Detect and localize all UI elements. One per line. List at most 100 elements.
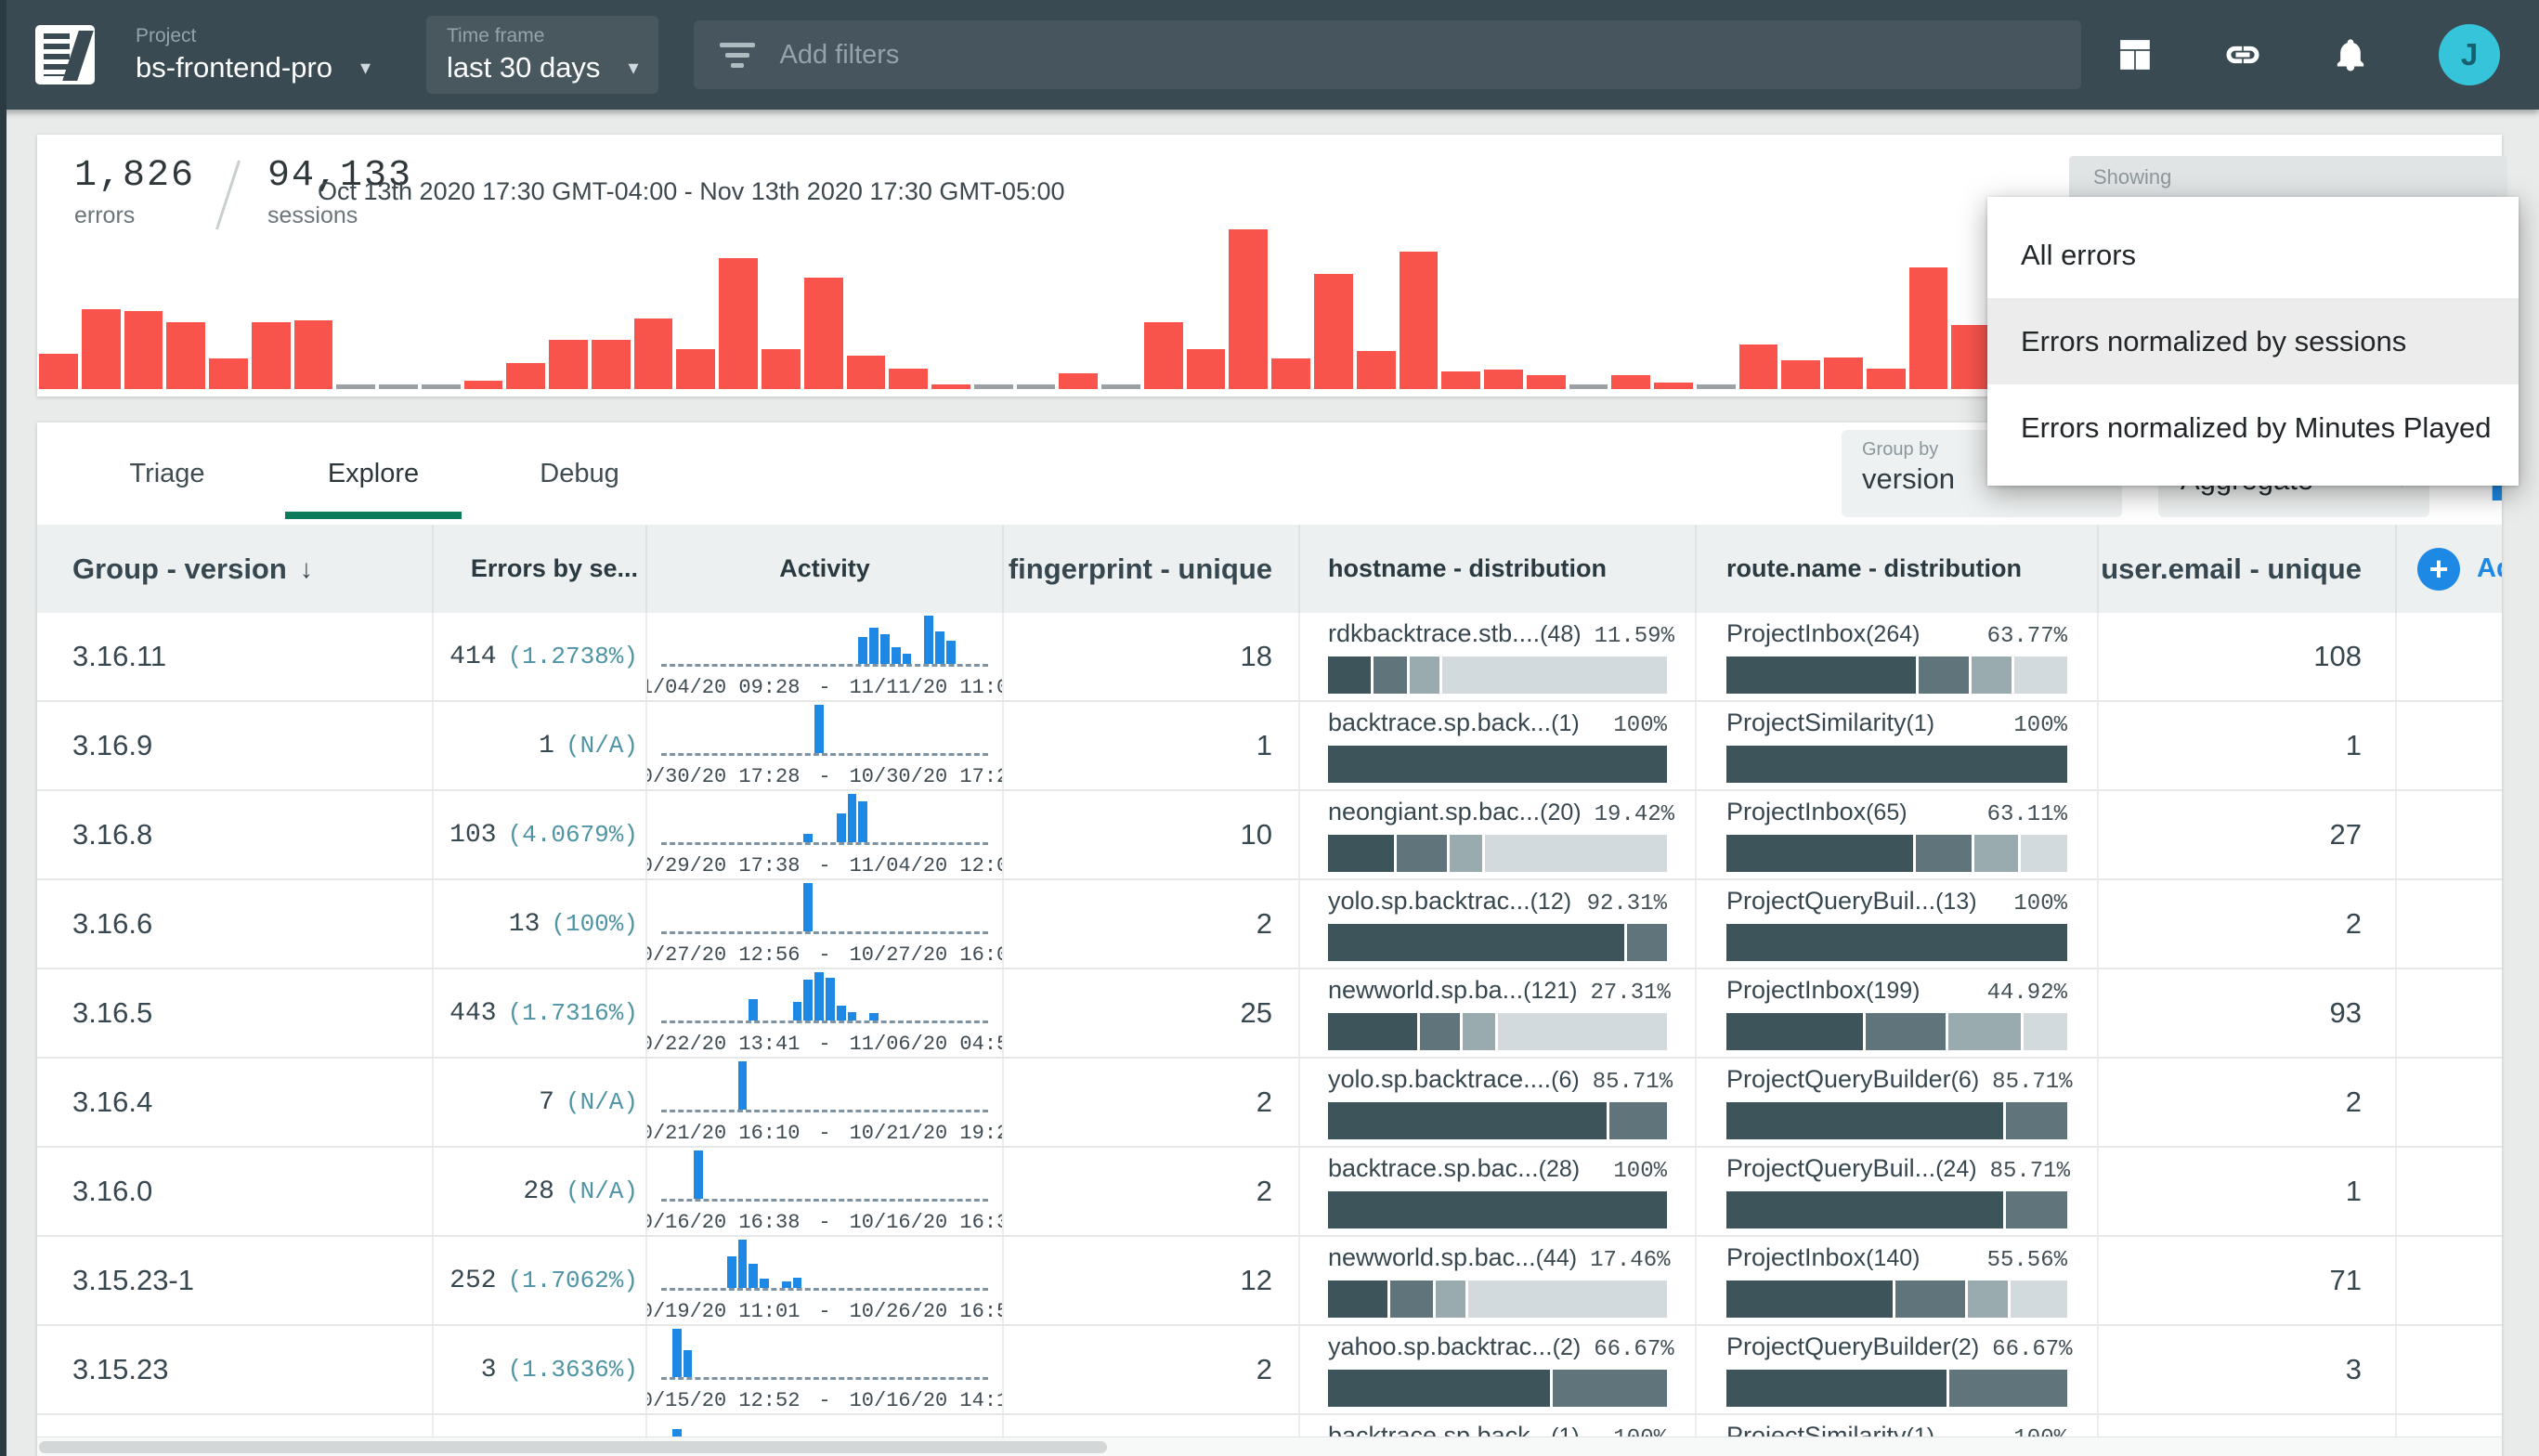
sparkline-bar bbox=[858, 637, 867, 664]
timeframe-selector[interactable]: Time frame last 30 days ▾ bbox=[426, 16, 658, 94]
histogram-bar bbox=[1314, 274, 1353, 389]
histogram-bar bbox=[847, 356, 886, 389]
user-email-unique-value: 108 bbox=[2313, 640, 2362, 673]
histogram-bar bbox=[889, 369, 928, 389]
table-row[interactable]: 3.16.0 28 (N/A) 10/16/20 16:38-10/16/20 … bbox=[37, 1148, 2502, 1237]
histogram-bar bbox=[1484, 370, 1523, 389]
table-row[interactable]: 3.16.4 7 (N/A) 10/21/20 16:10-10/21/20 1… bbox=[37, 1059, 2502, 1148]
histogram-bar bbox=[209, 358, 248, 389]
distribution-segment bbox=[1420, 1013, 1460, 1050]
histogram-bar bbox=[1781, 360, 1820, 389]
avatar-initial: J bbox=[2461, 37, 2478, 72]
column-header-activity[interactable]: Activity bbox=[647, 525, 1004, 613]
errors-percent-value: (4.0679%) bbox=[508, 821, 638, 849]
menu-item-errors-normalized-by-sessions[interactable]: Errors normalized by sessions bbox=[1987, 298, 2519, 384]
table-row[interactable]: 3.15.23 3 (1.3636%) 10/15/20 12:52-10/16… bbox=[37, 1326, 2502, 1415]
activity-date-range: 10/15/20 12:52-10/16/20 14:18 bbox=[661, 1389, 988, 1412]
column-header-label: Activity bbox=[779, 554, 870, 583]
errors-count-value: 252 bbox=[449, 1267, 496, 1295]
activity-date-range: 10/30/20 17:28-10/30/20 17:28 bbox=[661, 765, 988, 788]
activity-sparkline bbox=[661, 615, 988, 667]
link-icon[interactable] bbox=[2223, 35, 2262, 74]
errors-count-value: 3 bbox=[481, 1356, 497, 1384]
column-header-label: user.email - unique bbox=[2101, 552, 2362, 586]
chevron-down-icon: ▾ bbox=[628, 56, 638, 80]
sparkline-bar bbox=[924, 616, 933, 664]
histogram-bar bbox=[549, 340, 588, 389]
table-header-row: Group - version↓Errors by se... Activity f… bbox=[37, 525, 2502, 613]
table-body: 3.16.11 414 (1.2738%) 11/04/20 09:28-11/… bbox=[37, 613, 2502, 1456]
distribution-segment bbox=[1328, 1370, 1550, 1407]
sparkline-bar bbox=[760, 1279, 769, 1288]
histogram-bar bbox=[1824, 358, 1863, 389]
fingerprint-unique-value: 18 bbox=[1241, 640, 1272, 673]
errors-percent-value: (1.7062%) bbox=[508, 1267, 638, 1294]
dashboard-icon[interactable] bbox=[2116, 35, 2155, 74]
project-selector[interactable]: Project bs-frontend-pro ▾ bbox=[136, 25, 371, 84]
histogram-bar bbox=[1441, 371, 1480, 389]
histogram-bar bbox=[1059, 373, 1098, 389]
column-header-add[interactable]: +Add bbox=[2397, 525, 2502, 613]
column-header-version[interactable]: Group - version↓ bbox=[37, 525, 434, 613]
column-header-label: route.name - distribution bbox=[1726, 554, 2022, 583]
date-range-text: Oct 13th 2020 17:30 GMT-04:00 - Nov 13th… bbox=[318, 177, 1065, 206]
menu-item-all-errors[interactable]: All errors bbox=[1987, 212, 2519, 298]
version-value: 3.15.23-1 bbox=[72, 1264, 194, 1297]
scrollbar-thumb[interactable] bbox=[39, 1441, 1107, 1453]
column-header-errors[interactable]: Errors by se... bbox=[434, 525, 647, 613]
errors-count-value: 443 bbox=[449, 999, 496, 1028]
histogram-bar bbox=[422, 384, 461, 389]
activity-sparkline bbox=[661, 882, 988, 934]
column-header-fp[interactable]: fingerprint - unique bbox=[1004, 525, 1300, 613]
horizontal-scrollbar[interactable] bbox=[37, 1436, 2502, 1456]
chevron-down-icon: ▾ bbox=[360, 56, 371, 80]
project-label: Project bbox=[136, 25, 371, 47]
errors-percent-value: (1.2738%) bbox=[508, 643, 638, 670]
histogram-bar bbox=[1271, 358, 1310, 389]
tab-debug[interactable]: Debug bbox=[496, 422, 663, 525]
distribution-segment bbox=[1726, 746, 2067, 783]
route-name-distribution: ProjectQueryBuil...(24) 85.71% bbox=[1726, 1154, 2067, 1228]
column-header-host[interactable]: hostname - distribution bbox=[1300, 525, 1697, 613]
bell-icon[interactable] bbox=[2331, 35, 2370, 74]
version-value: 3.16.9 bbox=[72, 729, 152, 762]
table-row[interactable]: 3.16.6 13 (100%) 10/27/20 12:56-10/27/20… bbox=[37, 880, 2502, 969]
errors-percent-value: (N/A) bbox=[566, 1177, 638, 1205]
table-row[interactable]: 3.16.5 443 (1.7316%) 10/22/20 13:41-11/0… bbox=[37, 969, 2502, 1059]
activity-sparkline bbox=[661, 704, 988, 756]
histogram-bar bbox=[1739, 344, 1778, 389]
fingerprint-unique-value: 10 bbox=[1241, 818, 1272, 852]
column-header-route[interactable]: route.name - distribution bbox=[1697, 525, 2099, 613]
distribution-segment bbox=[1726, 656, 1916, 694]
sparkline-bar bbox=[814, 972, 824, 1020]
distribution-segment bbox=[1328, 746, 1667, 783]
sparkline-bar bbox=[848, 1012, 857, 1020]
distribution-segment bbox=[2006, 1102, 2067, 1139]
hostname-distribution: neongiant.sp.bac...(20) 19.42% bbox=[1328, 798, 1667, 872]
group-by-value: version bbox=[1862, 462, 1955, 496]
column-header-email[interactable]: user.email - unique bbox=[2099, 525, 2397, 613]
table-row[interactable]: 3.16.9 1 (N/A) 10/30/20 17:28-10/30/20 1… bbox=[37, 702, 2502, 791]
histogram-bar bbox=[124, 311, 163, 389]
tab-explore[interactable]: Explore bbox=[290, 422, 457, 525]
distribution-segment bbox=[1397, 835, 1446, 872]
user-email-unique-value: 1 bbox=[2346, 729, 2362, 762]
table-row[interactable]: 3.15.23-1 252 (1.7062%) 10/19/20 11:01-1… bbox=[37, 1237, 2502, 1326]
activity-date-range: 10/27/20 12:56-10/27/20 16:04 bbox=[661, 943, 988, 967]
menu-item-errors-normalized-by-minutes-played[interactable]: Errors normalized by Minutes Played bbox=[1987, 384, 2519, 471]
table-row[interactable]: 3.16.8 103 (4.0679%) 10/29/20 17:38-11/0… bbox=[37, 791, 2502, 880]
filter-input[interactable]: Add filters bbox=[694, 20, 2081, 89]
distribution-segment bbox=[2014, 656, 2067, 694]
user-avatar[interactable]: J bbox=[2439, 24, 2500, 85]
histogram-bar bbox=[1101, 384, 1140, 389]
errors-percent-value: (100%) bbox=[551, 910, 638, 938]
sparkline-bar bbox=[803, 883, 813, 931]
add-column-plus-icon[interactable]: + bbox=[2417, 548, 2460, 591]
backtrace-logo[interactable] bbox=[35, 25, 95, 84]
distribution-segment bbox=[1436, 1280, 1465, 1318]
user-email-unique-value: 93 bbox=[2330, 996, 2362, 1030]
tab-triage[interactable]: Triage bbox=[84, 422, 251, 525]
sparkline-bar bbox=[672, 1329, 682, 1377]
table-row[interactable]: 3.16.11 414 (1.2738%) 11/04/20 09:28-11/… bbox=[37, 613, 2502, 702]
version-value: 3.16.0 bbox=[72, 1175, 152, 1208]
